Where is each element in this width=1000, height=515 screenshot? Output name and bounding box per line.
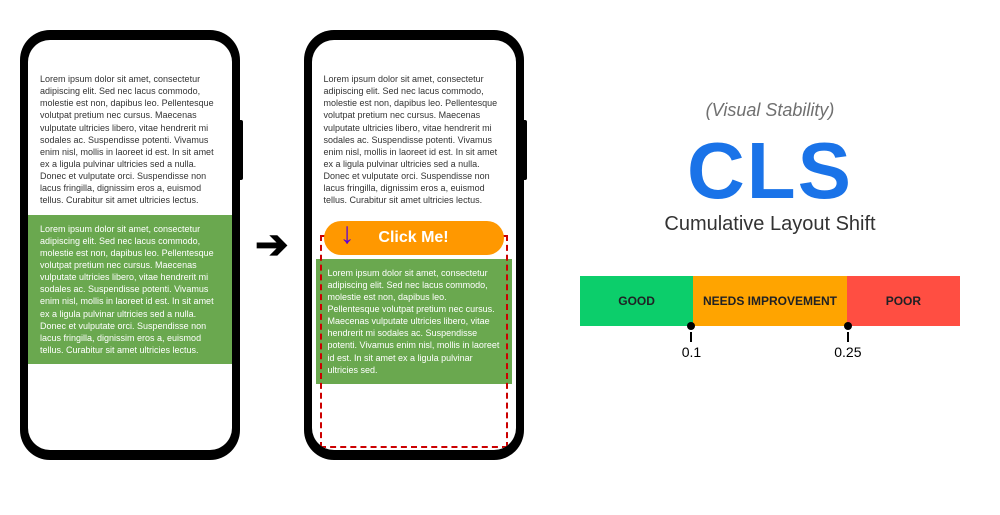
threshold-ticks: 0.1 0.25 [580,326,960,356]
segment-needs-improvement: NEEDS IMPROVEMENT [693,276,847,326]
green-paragraph: Lorem ipsum dolor sit amet, consectetur … [316,259,512,384]
top-paragraph: Lorem ipsum dolor sit amet, consectetur … [312,65,516,215]
tick-0-1: 0.1 [682,322,701,360]
threshold-val-2: 0.25 [834,344,861,360]
tagline: (Visual Stability) [580,100,960,121]
cls-fullname: Cumulative Layout Shift [580,213,960,236]
arrow-right-icon: ➔ [255,222,289,268]
threshold-scale: GOOD NEEDS IMPROVEMENT POOR [580,276,960,326]
threshold-val-1: 0.1 [682,344,701,360]
screen-after: Lorem ipsum dolor sit amet, consectetur … [312,40,516,450]
phone-after: Lorem ipsum dolor sit amet, consectetur … [304,30,524,460]
cls-info: (Visual Stability) CLS Cumulative Layout… [580,100,960,356]
shift-down-arrow-icon: ↓ [340,219,355,249]
injected-button-area: ↓ Click Me! [312,215,516,259]
top-paragraph: Lorem ipsum dolor sit amet, consectetur … [28,65,232,215]
phones-comparison: Lorem ipsum dolor sit amet, consectetur … [20,30,524,460]
segment-poor: POOR [847,276,960,326]
screen-before: Lorem ipsum dolor sit amet, consectetur … [28,40,232,450]
tick-0-25: 0.25 [834,322,861,360]
phone-before: Lorem ipsum dolor sit amet, consectetur … [20,30,240,460]
segment-good: GOOD [580,276,693,326]
green-paragraph: Lorem ipsum dolor sit amet, consectetur … [28,215,232,365]
cls-acronym: CLS [580,131,960,211]
